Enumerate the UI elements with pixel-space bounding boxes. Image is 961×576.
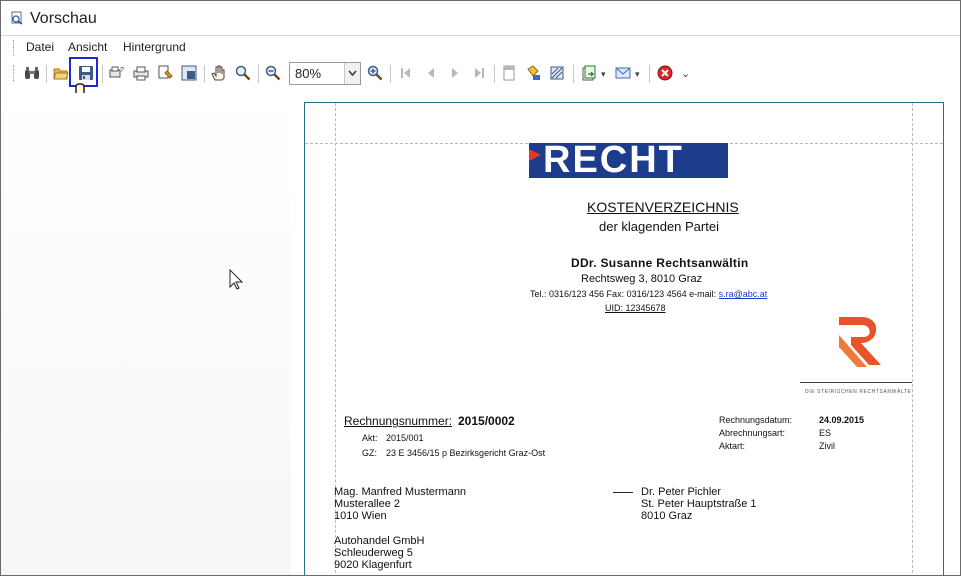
print-options-icon[interactable]	[155, 63, 175, 83]
export-icon[interactable]	[179, 63, 199, 83]
toolbar-separator	[204, 65, 205, 83]
contact-prefix: Tel.: 0316/123 456 Fax: 0316/123 4564 e-…	[530, 289, 719, 299]
window-title: Vorschau	[30, 10, 97, 27]
lawyer-address: Rechtsweg 3, 8010 Graz	[581, 273, 703, 285]
akt-value: 2015/001	[386, 433, 424, 443]
toolbar-separator	[390, 65, 391, 83]
export-dropdown-arrow-icon[interactable]: ▾	[601, 69, 606, 80]
invoice-date-label: Rechnungsdatum:	[719, 415, 793, 425]
lawyer-name: DDr. Susanne Rechtsanwältin	[571, 256, 749, 270]
uid-line: UID: 12345678	[605, 303, 666, 313]
menubar-grip[interactable]	[13, 40, 16, 56]
email-link[interactable]: s.ra@abc.at	[719, 289, 768, 299]
watermark-icon[interactable]	[547, 63, 567, 83]
first-page-icon[interactable]	[396, 63, 416, 83]
toolbar-grip[interactable]	[13, 65, 16, 81]
file-type-label: Aktart:	[719, 441, 746, 451]
emblem-caption: DIE STEIRISCHEN RECHTSANWÄLTE	[805, 389, 912, 395]
opponent-address: Dr. Peter Pichler St. Peter Hauptstraße …	[641, 486, 757, 522]
contact-line: Tel.: 0316/123 456 Fax: 0316/123 4564 e-…	[530, 289, 767, 299]
export-document-icon[interactable]	[579, 63, 599, 83]
last-page-icon[interactable]	[469, 63, 489, 83]
billing-type-label: Abrechnungsart:	[719, 428, 786, 438]
steirische-rechtsanwaelte-emblem-icon	[839, 317, 881, 367]
document-subheading: der klagenden Partei	[599, 219, 719, 234]
toolbar-separator	[46, 65, 47, 83]
email-dropdown-arrow-icon[interactable]: ▾	[635, 69, 640, 80]
next-page-icon[interactable]	[445, 63, 465, 83]
emblem-divider	[800, 382, 912, 383]
zoom-value: 80%	[295, 66, 322, 81]
menu-ansicht[interactable]: Ansicht	[68, 40, 107, 54]
second-client-street: Schleuderweg 5	[334, 547, 413, 559]
menu-hintergrund[interactable]: Hintergrund	[123, 40, 186, 54]
title-bar: Vorschau	[1, 1, 960, 35]
binoculars-icon[interactable]	[22, 63, 42, 83]
logo-text: RECHT	[543, 139, 684, 181]
akt-label: Akt:	[362, 433, 378, 443]
header-footer-icon[interactable]	[499, 63, 519, 83]
zoom-in-icon[interactable]	[365, 63, 385, 83]
second-client-address: Autohandel GmbH Schleuderweg 5 9020 Klag…	[334, 535, 425, 571]
preview-page[interactable]: RECHT KOSTENVERZEICHNIS der klagenden Pa…	[304, 102, 944, 575]
toolbar-separator	[258, 65, 259, 83]
zoom-out-icon[interactable]	[263, 63, 283, 83]
second-client-city: 9020 Klagenfurt	[334, 559, 412, 571]
dash-divider	[613, 492, 633, 493]
close-preview-icon[interactable]	[655, 63, 675, 83]
toolbar-separator	[494, 65, 495, 83]
print-icon[interactable]	[131, 63, 151, 83]
document-heading: KOSTENVERZEICHNIS	[587, 199, 739, 215]
client-name: Mag. Manfred Mustermann	[334, 486, 467, 498]
page-setup-icon[interactable]: ?	[106, 63, 126, 83]
chevron-down-icon[interactable]: ⌄	[681, 67, 690, 80]
preview-app-icon	[11, 11, 23, 25]
mouse-pointer-icon	[229, 269, 243, 290]
previous-page-icon[interactable]	[421, 63, 441, 83]
client-city: 1010 Wien	[334, 510, 387, 522]
opponent-city: 8010 Graz	[641, 510, 693, 522]
email-icon[interactable]	[613, 63, 633, 83]
toolbar-separator	[102, 65, 103, 83]
menu-datei[interactable]: Datei	[26, 40, 54, 54]
billing-type-value: ES	[819, 428, 832, 438]
file-type-value: Zivil	[819, 441, 835, 451]
gz-value: 23 E 3456/15 p Bezirksgericht Graz-Ost	[386, 448, 546, 458]
invoice-date-value: 24.09.2015	[819, 415, 865, 425]
gz-label: GZ:	[362, 448, 377, 458]
invoice-number: 2015/0002	[458, 414, 515, 428]
toolbar-separator	[573, 65, 574, 83]
recht-logo: RECHT	[529, 139, 728, 181]
navigation-pane	[1, 93, 291, 575]
opponent-name: Dr. Peter Pichler	[641, 486, 722, 498]
toolbar-separator	[649, 65, 650, 83]
zoom-select[interactable]: 80%	[289, 62, 361, 85]
second-client-name: Autohandel GmbH	[334, 535, 425, 547]
background-color-icon[interactable]	[523, 63, 543, 83]
magnifier-icon[interactable]	[233, 63, 253, 83]
chevron-down-icon[interactable]	[344, 63, 360, 84]
svg-text:?: ?	[120, 67, 124, 74]
margin-guide-right	[912, 103, 913, 575]
client-address: Mag. Manfred Mustermann Musterallee 2 10…	[334, 486, 466, 522]
open-folder-icon[interactable]	[51, 63, 71, 83]
opponent-street: St. Peter Hauptstraße 1	[641, 498, 757, 510]
title-separator	[1, 35, 960, 36]
invoice-number-label: Rechnungsnummer:	[344, 414, 453, 428]
hand-pan-icon[interactable]	[209, 63, 229, 83]
preview-window: Vorschau Datei Ansicht Hintergrund ? 80%…	[0, 0, 961, 576]
client-street: Musterallee 2	[334, 498, 401, 510]
